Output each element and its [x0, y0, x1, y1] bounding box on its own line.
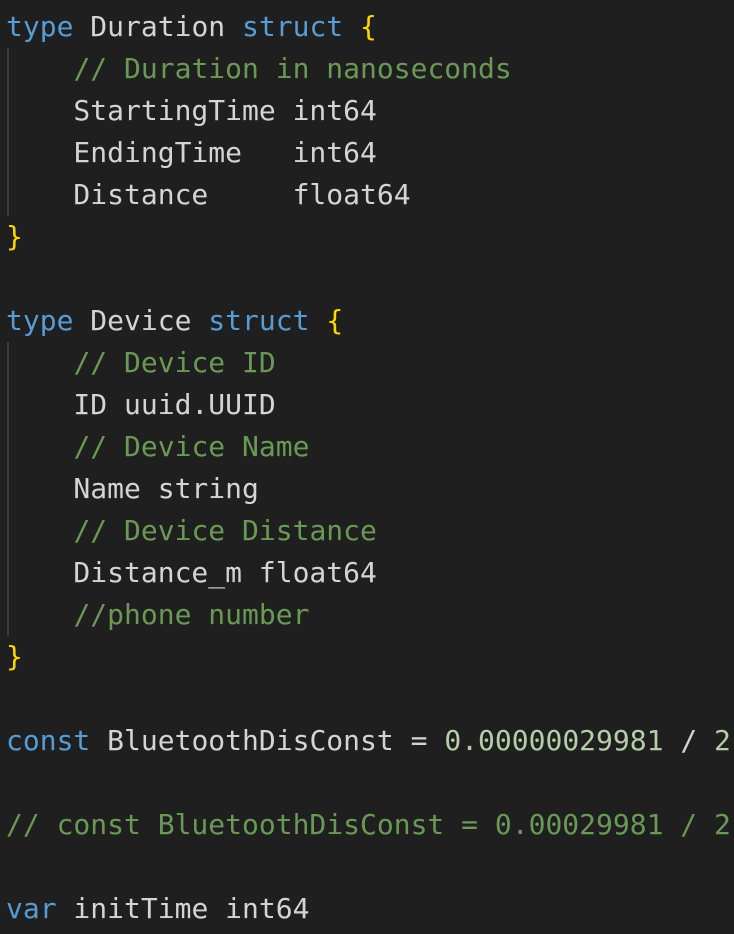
code-token-op: / — [663, 724, 715, 757]
code-token-cm: // Device Name — [73, 430, 310, 463]
code-token-num: 0.00000029981 — [444, 724, 664, 757]
code-token-kw: type — [6, 304, 74, 337]
code-token-num: 2 — [714, 724, 731, 757]
code-token-type — [343, 10, 360, 43]
code-line[interactable]: Distance_m float64 — [6, 552, 377, 594]
code-token-type: Name string — [6, 472, 259, 505]
code-line[interactable]: Distance float64 — [6, 174, 411, 216]
code-token-type: Distance float64 — [6, 178, 411, 211]
code-token-cm: //phone number — [73, 598, 310, 631]
code-line[interactable]: Name string — [6, 468, 259, 510]
code-token-op: = — [410, 724, 428, 757]
code-line[interactable]: ID uuid.UUID — [6, 384, 276, 426]
code-line[interactable]: var initTime int64 — [6, 888, 309, 930]
code-token-cm: // Device ID — [73, 346, 276, 379]
code-line[interactable]: // const BluetoothDisConst = 0.00029981 … — [6, 804, 731, 846]
code-token-brace: } — [6, 640, 23, 673]
code-token-kw: type — [6, 10, 74, 43]
code-token-type: Device — [73, 304, 209, 337]
code-token-brace: { — [326, 304, 344, 337]
code-token-kw: var — [6, 892, 57, 925]
code-token-type — [6, 514, 73, 547]
code-token-cm: // Device Distance — [73, 514, 377, 547]
code-token-type — [6, 346, 73, 379]
code-line[interactable]: //phone number — [6, 594, 309, 636]
code-token-type — [6, 52, 73, 85]
code-token-kw: const — [6, 724, 91, 757]
code-line[interactable]: EndingTime int64 — [6, 132, 377, 174]
code-token-type: Duration — [73, 10, 243, 43]
code-token-type — [427, 724, 444, 757]
code-token-type: StartingTime int64 — [6, 94, 377, 127]
code-token-kw: struct — [208, 304, 310, 337]
code-line[interactable]: type Device struct { — [6, 300, 343, 342]
code-token-brace: } — [6, 220, 23, 253]
code-token-type: BluetoothDisConst — [90, 724, 411, 757]
code-line[interactable]: // Duration in nanoseconds — [6, 48, 512, 90]
code-line[interactable]: // Device Distance — [6, 510, 377, 552]
code-token-type — [6, 430, 73, 463]
code-line[interactable]: // Device ID — [6, 342, 276, 384]
code-token-brace: { — [360, 10, 377, 43]
code-token-type — [309, 304, 326, 337]
code-line[interactable]: const BluetoothDisConst = 0.00000029981 … — [6, 720, 731, 762]
code-line[interactable]: StartingTime int64 — [6, 90, 377, 132]
code-token-kw: struct — [242, 10, 344, 43]
code-editor[interactable]: type Duration struct { // Duration in na… — [0, 0, 734, 934]
code-token-type: Distance_m float64 — [6, 556, 377, 589]
code-line[interactable]: type Duration struct { — [6, 6, 377, 48]
code-token-type: initTime int64 — [56, 892, 310, 925]
code-token-type — [6, 598, 73, 631]
code-token-cm: // Duration in nanoseconds — [73, 52, 512, 85]
code-token-type: EndingTime int64 — [6, 136, 377, 169]
code-token-cm: // const BluetoothDisConst = 0.00029981 … — [6, 808, 731, 841]
code-line[interactable]: // Device Name — [6, 426, 309, 468]
code-line[interactable]: } — [6, 216, 23, 258]
code-line[interactable]: } — [6, 636, 23, 678]
code-token-type: ID uuid.UUID — [6, 388, 276, 421]
